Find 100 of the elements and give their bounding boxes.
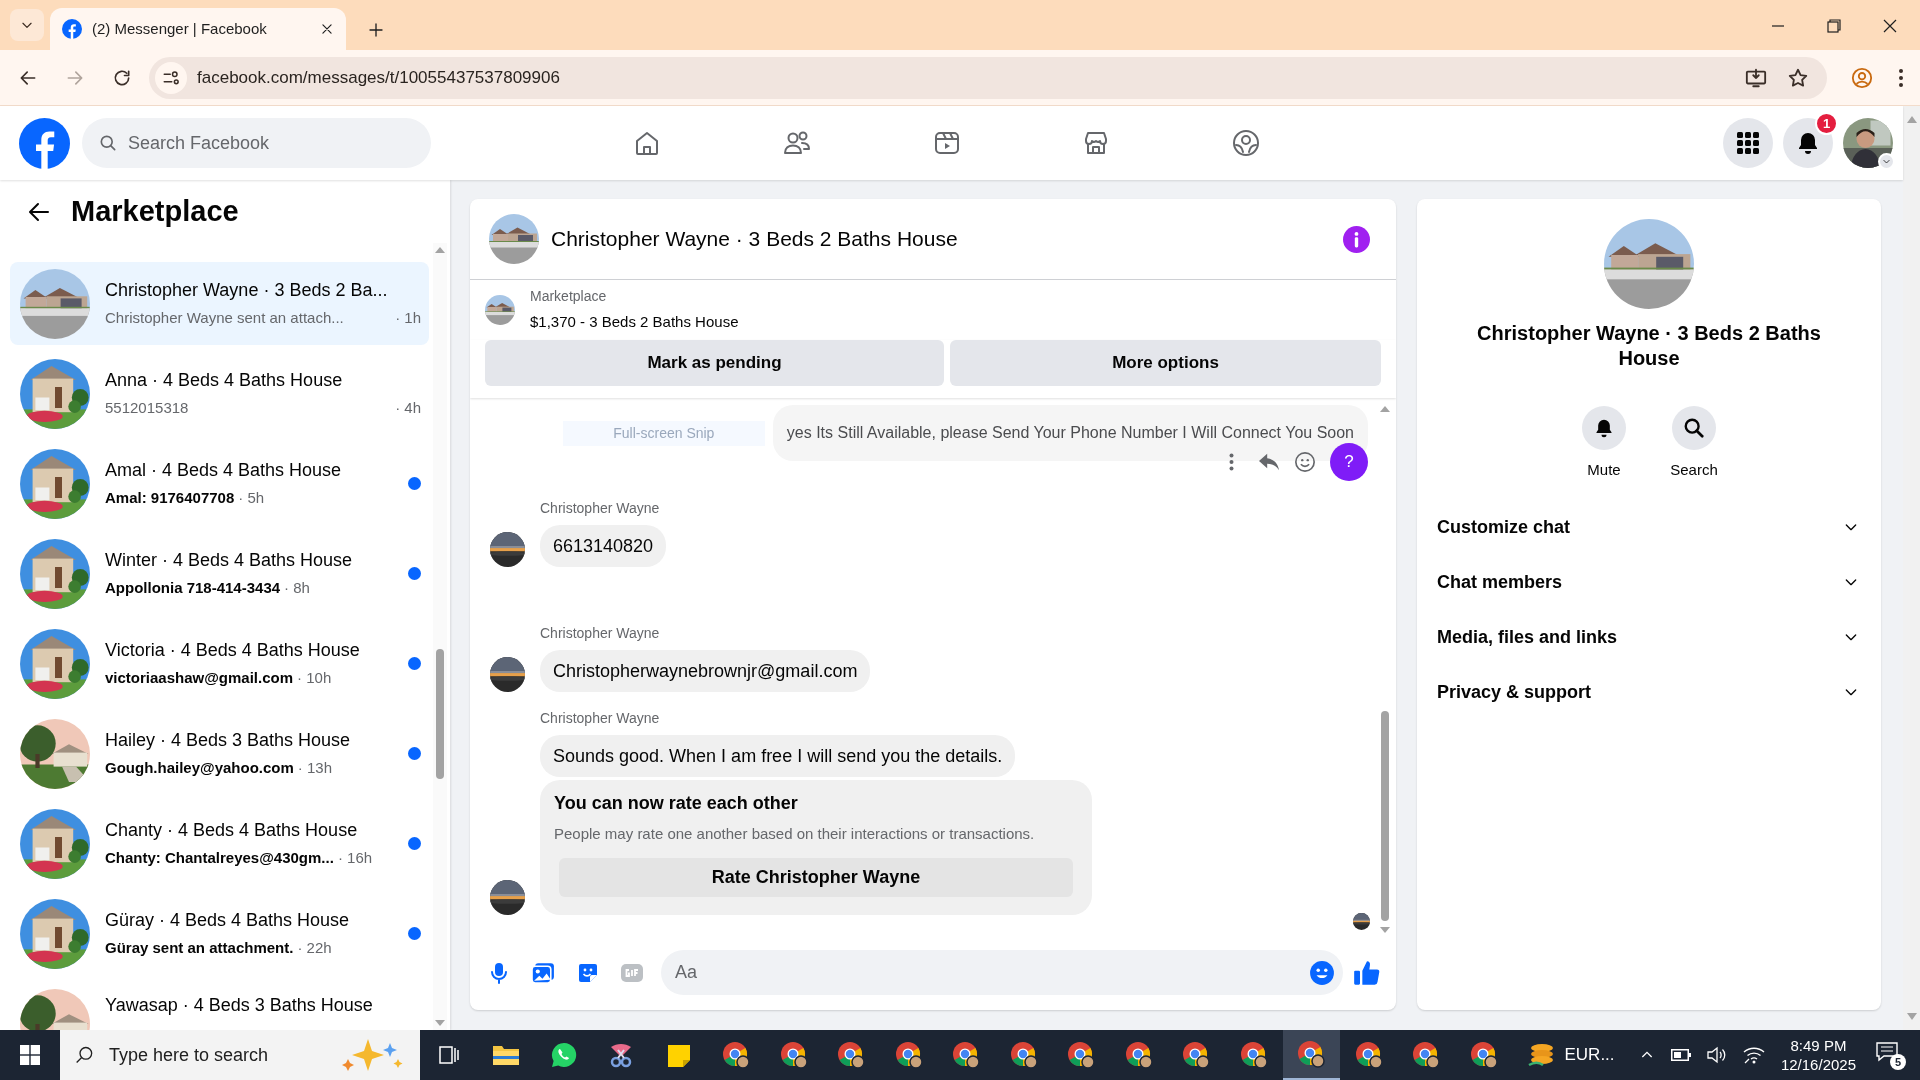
reload-icon[interactable] (112, 67, 132, 88)
section-item[interactable]: Customize chat (1417, 499, 1881, 555)
close-icon[interactable] (1882, 18, 1898, 34)
listing-label: Marketplace (530, 287, 608, 307)
message-text-input[interactable]: Aa (675, 959, 1309, 986)
clock[interactable]: 8:49 PM 12/16/2025 (1780, 1036, 1856, 1074)
conversation-name: Christopher Wayne · 3 Beds 2 Baths House (1476, 321, 1822, 371)
conversation-title: Winter · 4 Beds 4 Baths House (105, 549, 354, 573)
chat-bubble-icon (549, 1041, 578, 1069)
browser-icon (1182, 1041, 1211, 1069)
sender-name: Christopher Wayne (540, 624, 661, 643)
windows-icon[interactable] (20, 1045, 40, 1065)
ticker-text: EUR... (1564, 1044, 1615, 1067)
action-label: Search (1670, 460, 1718, 480)
photo-icon[interactable] (531, 960, 556, 985)
message-bubble: Christopherwaynebrownjr@gmail.com (540, 650, 871, 692)
friends-icon[interactable] (782, 129, 812, 157)
date-text: 12/16/2025 (1780, 1055, 1856, 1074)
new-tab-icon[interactable] (368, 22, 384, 38)
emoji-icon[interactable] (1294, 451, 1316, 473)
message-time: · 5h (238, 488, 265, 509)
scrollbar-thumb[interactable] (436, 649, 444, 779)
browser-icon (779, 1041, 808, 1069)
message-preview: Güray sent an attachment. (105, 938, 294, 959)
volume-icon[interactable] (1706, 1046, 1727, 1064)
scrollbar-thumb[interactable] (1381, 711, 1389, 921)
video-icon[interactable] (933, 129, 961, 157)
grid-icon (1737, 132, 1759, 154)
wifi-icon[interactable] (1742, 1046, 1765, 1064)
bell-icon (1594, 418, 1614, 438)
profile-icon[interactable] (1851, 66, 1873, 89)
conversation-title: Christopher Wayne · 3 Beds 2 Ba... (105, 279, 389, 303)
message-bubble: Sounds good. When I am free I will send you the details. (540, 735, 1016, 777)
rate-button[interactable]: Rate Christopher Wayne (559, 857, 1073, 897)
message-preview: 5512015318 (105, 398, 189, 419)
browser-icon (1009, 1041, 1038, 1069)
message-time: · 13h (297, 758, 333, 779)
browser-icon (1469, 1041, 1498, 1069)
rating-title: You can now rate each other (554, 792, 799, 815)
search-icon (98, 133, 118, 153)
emoji-icon[interactable] (1309, 959, 1335, 986)
message-preview: Amal: 9176407708 (105, 488, 235, 509)
browser-icon (952, 1041, 981, 1069)
search-input[interactable]: Search Facebook (128, 129, 415, 157)
home-icon[interactable] (633, 129, 661, 157)
install-icon[interactable] (1745, 66, 1767, 89)
search-button[interactable] (1672, 406, 1716, 450)
message-preview: Appollonia 718-414-3434 (105, 578, 281, 599)
restore-icon[interactable] (1826, 18, 1842, 34)
conversation-title: Güray · 4 Beds 4 Baths House (105, 909, 351, 933)
star-icon[interactable] (1787, 66, 1809, 89)
section-item[interactable]: Privacy & support (1417, 664, 1881, 720)
message-preview: Chanty: Chantalreyes@430gm... (105, 848, 334, 869)
browser-icon (894, 1041, 923, 1069)
info-icon[interactable] (1343, 225, 1370, 253)
notification-center-button[interactable]: 5 (1876, 1040, 1906, 1070)
more-icon[interactable] (1229, 453, 1234, 471)
facebook-logo-icon[interactable] (19, 117, 70, 169)
section-title: Customize chat (1437, 515, 1571, 539)
browser-icon (837, 1041, 866, 1069)
section-title: Chat members (1437, 570, 1563, 594)
section-item[interactable]: Media, files and links (1417, 609, 1881, 665)
search-field[interactable]: Search Facebook (82, 118, 431, 168)
scrollbar[interactable] (433, 243, 447, 1030)
site-settings-icon[interactable] (162, 68, 180, 87)
taskbar-app[interactable] (1282, 1030, 1340, 1080)
conversation-title: Hailey · 4 Beds 3 Baths House (105, 729, 352, 753)
message-time: · 1h (395, 308, 421, 329)
more-icon[interactable] (1898, 67, 1904, 88)
message-input[interactable]: Aa (661, 950, 1343, 995)
message-time: · 8h (284, 578, 310, 599)
mute-button[interactable] (1582, 406, 1626, 450)
snip-tooltip: Full-screen Snip (562, 420, 765, 446)
note-icon (666, 1042, 691, 1068)
url-text: facebook.com/messages/t/10055437537809906 (197, 66, 561, 89)
browser-icon (1354, 1041, 1383, 1069)
battery-icon[interactable] (1670, 1049, 1691, 1061)
taskbar-search[interactable]: Type here to search (60, 1030, 420, 1080)
section-item[interactable]: Chat members (1417, 554, 1881, 610)
search-icon (75, 1045, 95, 1065)
conversation-item[interactable]: Christopher Wayne · 3 Beds 2 Ba... Christopher Wayne sent an attach... · 1h (10, 262, 429, 345)
conversation-title: Amal · 4 Beds 4 Baths House (105, 459, 343, 483)
gaming-icon[interactable] (1231, 128, 1261, 158)
section-title: Media, files and links (1437, 625, 1618, 649)
thumbs-up-icon[interactable] (1353, 958, 1381, 987)
message-time: · 10h (297, 668, 332, 689)
listing-action-button[interactable]: More options (950, 340, 1381, 386)
marketplace-icon[interactable] (1082, 129, 1110, 157)
notification-count: 5 (1890, 1054, 1906, 1070)
time-text: 8:49 PM (1790, 1036, 1847, 1055)
browser-tab[interactable]: (2) Messenger | Facebook (50, 8, 346, 50)
address-bar[interactable]: facebook.com/messages/t/10055437537809906 (149, 56, 1827, 99)
browser-icon (1297, 1040, 1326, 1068)
message-preview: Gough.hailey@yahoo.com (105, 758, 294, 779)
bell-icon (1796, 131, 1820, 155)
close-icon[interactable] (320, 22, 334, 36)
listing-action-button[interactable]: Mark as pending (485, 340, 944, 386)
message-time: · 22h (297, 938, 332, 959)
reply-icon[interactable] (1258, 452, 1280, 472)
menu-button[interactable] (1723, 118, 1773, 168)
